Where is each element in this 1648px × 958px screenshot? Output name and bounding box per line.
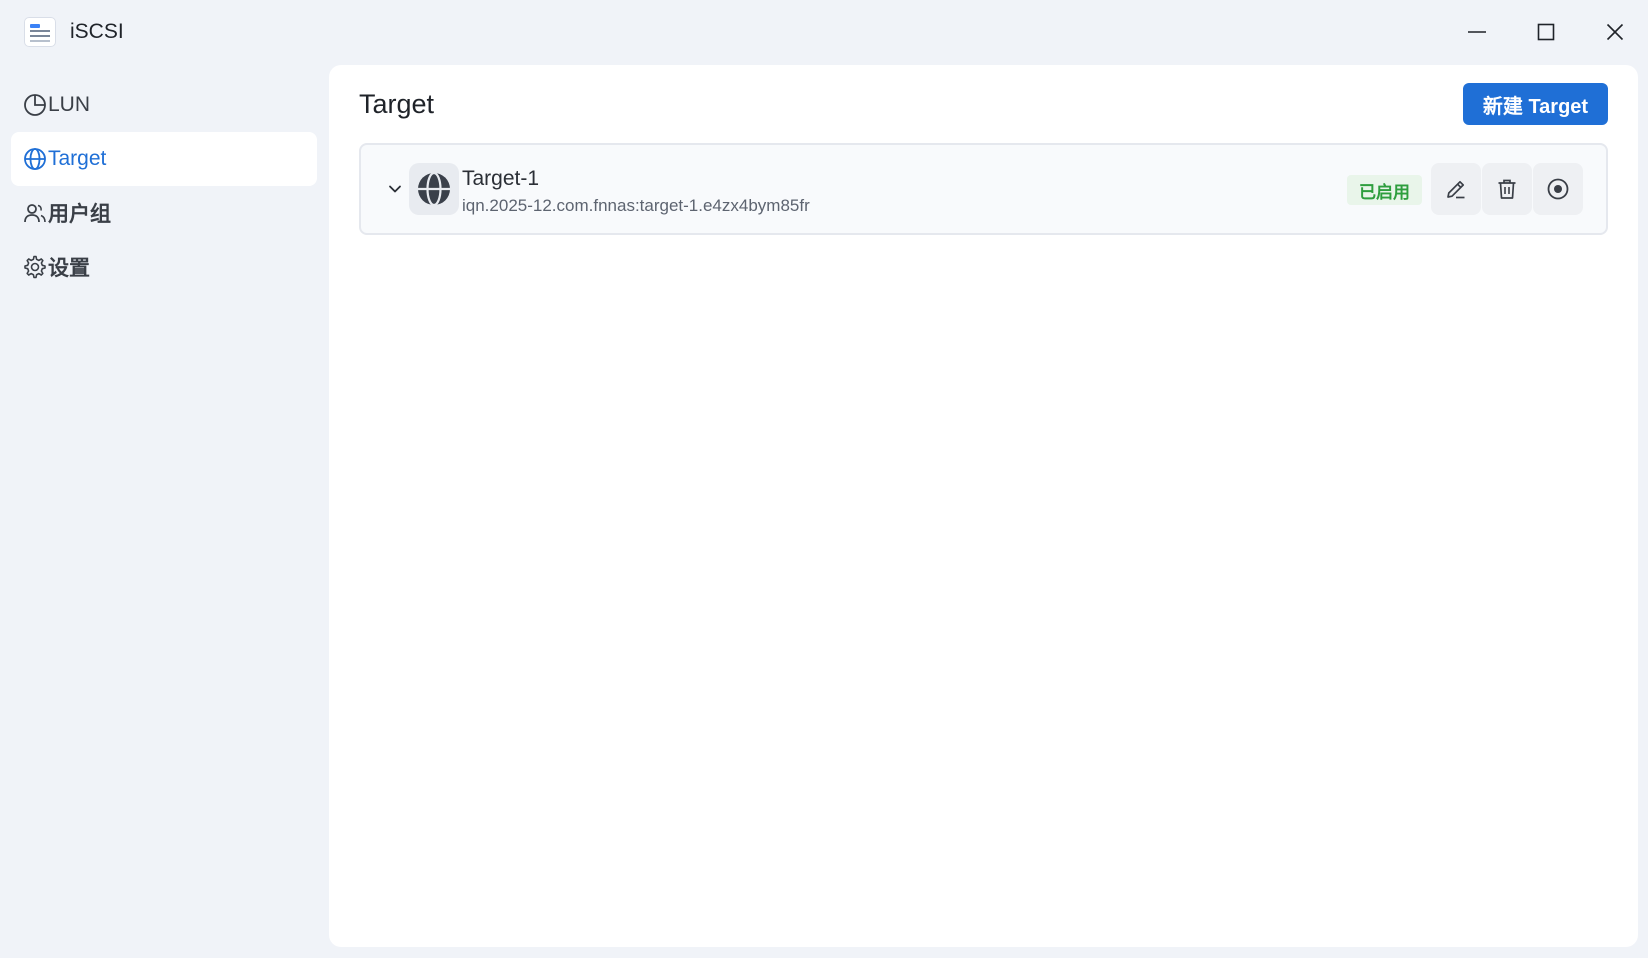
sidebar-item-lun[interactable]: LUN — [11, 78, 317, 132]
new-target-button[interactable]: 新建 Target — [1463, 83, 1608, 125]
pie-chart-icon — [24, 94, 46, 116]
globe-icon — [24, 148, 46, 170]
sidebar-item-label: Target — [48, 147, 107, 170]
globe-icon — [418, 172, 450, 206]
target-iqn: iqn.2025-12.com.fnnas:target-1.e4zx4bym8… — [462, 196, 810, 215]
users-icon — [24, 204, 46, 223]
sidebar-item-user-groups[interactable]: 用户组 — [11, 186, 317, 240]
sidebar-item-label: 用户组 — [48, 203, 111, 226]
chevron-down-icon — [389, 185, 401, 193]
app-title: iSCSI — [70, 20, 124, 43]
sidebar-item-label: 设置 — [48, 257, 90, 280]
target-avatar — [409, 163, 459, 215]
gear-icon — [24, 255, 46, 279]
status-badge: 已启用 — [1347, 175, 1422, 205]
target-card[interactable]: Target-1 iqn.2025-12.com.fnnas:target-1.… — [359, 143, 1608, 235]
maximize-button[interactable] — [1523, 12, 1569, 52]
stop-button[interactable] — [1533, 163, 1583, 215]
minimize-icon — [1468, 31, 1486, 33]
delete-button[interactable] — [1482, 163, 1532, 215]
sidebar-item-label: LUN — [48, 93, 91, 116]
close-button[interactable] — [1592, 12, 1638, 52]
sidebar-item-settings[interactable]: 设置 — [11, 240, 317, 294]
sidebar: LUN Target 用户组 设置 — [11, 78, 317, 294]
main-panel: Target 新建 Target Target-1 iqn.2025-12.co… — [329, 65, 1638, 947]
app-logo-icon — [24, 17, 56, 47]
edit-button[interactable] — [1431, 163, 1481, 215]
maximize-icon — [1537, 23, 1555, 41]
delete-icon — [1498, 179, 1516, 199]
title-bar: iSCSI — [0, 0, 1648, 64]
target-name: Target-1 — [462, 167, 540, 190]
edit-icon — [1447, 180, 1465, 199]
minimize-button[interactable] — [1454, 12, 1500, 52]
close-icon — [1606, 23, 1624, 41]
sidebar-item-target[interactable]: Target — [11, 132, 317, 186]
page-title: Target — [359, 89, 435, 119]
stop-icon — [1547, 178, 1569, 200]
expand-toggle[interactable] — [387, 181, 403, 202]
